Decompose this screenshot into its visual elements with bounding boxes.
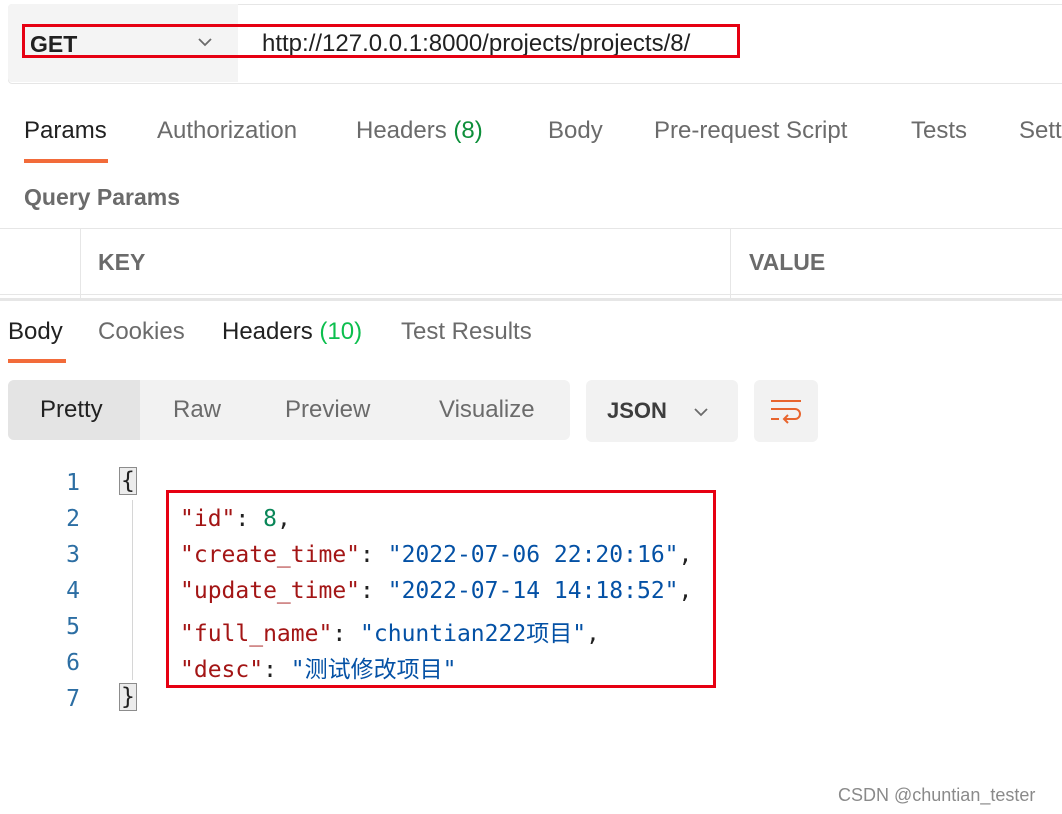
table-divider [80, 228, 81, 300]
line-number: 3 [66, 542, 80, 568]
column-header-value: VALUE [749, 249, 826, 275]
query-params-title: Query Params [24, 184, 180, 210]
tab-pre-request-script[interactable]: Pre-request Script [654, 117, 847, 145]
table-divider [730, 228, 731, 300]
response-headers-count: (10) [319, 318, 363, 345]
tab-body[interactable]: Body [548, 117, 603, 145]
view-visualize[interactable]: Visualize [439, 396, 535, 424]
tab-test-results[interactable]: Test Results [401, 318, 532, 346]
tab-params[interactable]: Params [24, 117, 107, 145]
active-tab-indicator [8, 359, 66, 363]
tab-cookies[interactable]: Cookies [98, 318, 185, 346]
highlight-box-request [22, 24, 740, 58]
line-number: 6 [66, 650, 80, 676]
table-border [0, 294, 1062, 295]
view-pretty[interactable]: Pretty [40, 396, 103, 424]
format-label[interactable]: JSON [607, 398, 667, 424]
column-header-key: KEY [98, 249, 146, 275]
table-border [0, 228, 1062, 229]
chevron-down-icon[interactable] [692, 403, 710, 421]
indent-guide [132, 500, 133, 680]
open-brace: { [119, 467, 137, 495]
tab-response-body[interactable]: Body [8, 318, 63, 346]
tab-response-headers-label: Headers [222, 318, 313, 345]
line-number: 7 [66, 686, 80, 712]
tab-response-headers[interactable]: Headers (10) [222, 318, 362, 346]
tab-tests[interactable]: Tests [911, 117, 967, 145]
line-number: 4 [66, 578, 80, 604]
view-raw[interactable]: Raw [173, 396, 221, 424]
active-tab-indicator [24, 159, 108, 163]
line-number: 2 [66, 506, 80, 532]
tab-authorization[interactable]: Authorization [157, 117, 297, 145]
headers-count: (8) [453, 117, 483, 144]
highlight-box-response [166, 490, 716, 688]
line-number: 5 [66, 614, 80, 640]
tab-headers[interactable]: Headers (8) [356, 117, 483, 145]
tab-headers-label: Headers [356, 117, 447, 144]
tab-settings[interactable]: Sett [1019, 117, 1062, 145]
line-number: 1 [66, 470, 80, 496]
watermark: CSDN @chuntian_tester [838, 785, 1036, 805]
wrap-lines-icon[interactable] [768, 395, 804, 427]
close-brace: } [119, 683, 137, 711]
pane-resize-handle[interactable] [0, 298, 1062, 301]
view-preview[interactable]: Preview [285, 396, 370, 424]
